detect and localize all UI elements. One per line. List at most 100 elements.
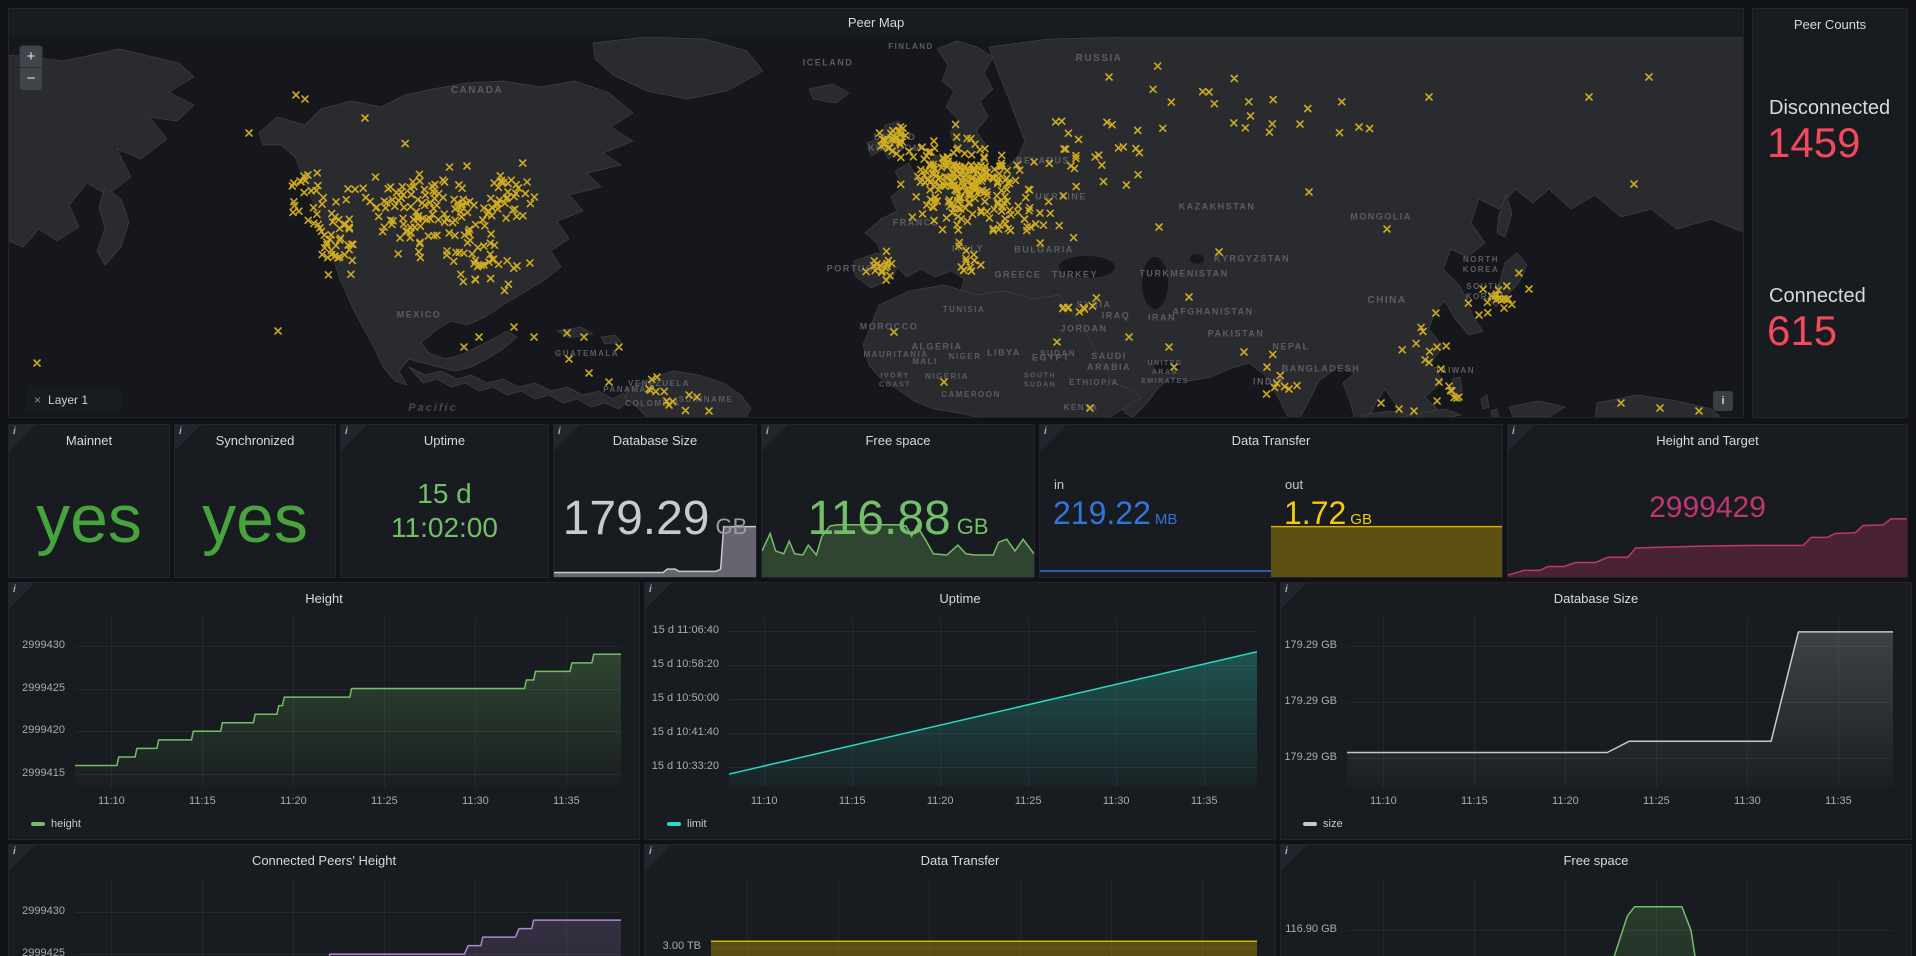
panel-info-icon[interactable]: i bbox=[1040, 425, 1066, 451]
x-axis-label: 11:10 bbox=[740, 795, 788, 807]
stat-value: yes bbox=[9, 469, 169, 569]
zoom-in-button[interactable]: + bbox=[19, 45, 43, 68]
chart-plot-area[interactable] bbox=[729, 617, 1257, 787]
stat-value: 219.22 bbox=[1053, 495, 1151, 531]
legend-item[interactable]: height bbox=[31, 818, 81, 830]
stat-title[interactable]: Database Size bbox=[554, 433, 756, 448]
panel-info-icon[interactable]: i bbox=[341, 425, 367, 451]
y-axis-label: 179.29 GB bbox=[1281, 695, 1337, 707]
connected-value: 615 bbox=[1767, 307, 1837, 355]
legend-item[interactable]: limit bbox=[667, 818, 707, 830]
chart-panel-height: i Height 11:1011:1511:2011:2511:3011:352… bbox=[8, 582, 640, 840]
panel-info-icon[interactable]: i bbox=[645, 583, 671, 609]
stat-panel-height-and-target: i Height and Target 2999429 bbox=[1507, 424, 1908, 578]
connected-label: Connected bbox=[1769, 285, 1866, 308]
y-axis-label: 2999430 bbox=[9, 639, 65, 651]
panel-info-icon[interactable]: i bbox=[554, 425, 580, 451]
y-axis-label: 15 d 10:58:20 bbox=[645, 658, 719, 670]
panel-info-icon[interactable]: i bbox=[1281, 845, 1307, 871]
y-axis-label: 2999430 bbox=[9, 905, 65, 917]
stat-title[interactable]: Height and Target bbox=[1508, 433, 1907, 448]
chart-title[interactable]: Database Size bbox=[1281, 591, 1911, 606]
chart-legend: size bbox=[1303, 813, 1357, 831]
x-axis-label: 11:15 bbox=[1450, 795, 1498, 807]
stat-unit: MB bbox=[1155, 511, 1178, 528]
x-axis-label: 11:20 bbox=[269, 795, 317, 807]
layer-marker-icon: × bbox=[34, 393, 41, 407]
stat-unit: GB bbox=[716, 514, 748, 539]
disconnected-label: Disconnected bbox=[1769, 97, 1890, 120]
panel-info-icon[interactable]: i bbox=[9, 425, 35, 451]
panel-title[interactable]: Peer Counts bbox=[1753, 17, 1907, 32]
peer-map-panel: Peer Map bbox=[8, 8, 1744, 418]
stat-value: yes bbox=[175, 469, 335, 569]
y-axis-label: 2999425 bbox=[9, 682, 65, 694]
chart-panel-uptime: i Uptime 11:1011:1511:2011:2511:3011:351… bbox=[644, 582, 1276, 840]
map-layer-legend[interactable]: × Layer 1 bbox=[26, 386, 122, 413]
panel-info-icon[interactable]: i bbox=[645, 845, 671, 871]
stat-value-group: 1.72GB bbox=[1284, 495, 1372, 532]
stat-value: 179.29 bbox=[563, 492, 710, 545]
x-axis-label: 11:10 bbox=[1359, 795, 1407, 807]
y-axis-label: 2999420 bbox=[9, 724, 65, 736]
stat-value-group: 116.88GB bbox=[762, 491, 1034, 546]
map-attribution-button[interactable]: i bbox=[1713, 391, 1733, 411]
chart-title[interactable]: Free space bbox=[1281, 853, 1911, 868]
panel-header: Peer Map bbox=[9, 9, 1743, 37]
x-axis-label: 11:25 bbox=[1632, 795, 1680, 807]
peer-counts-panel: Peer Counts Disconnected 1459 Connected … bbox=[1752, 8, 1908, 418]
chart-title[interactable]: Uptime bbox=[645, 591, 1275, 606]
y-axis-label: 15 d 10:33:20 bbox=[645, 760, 719, 772]
panel-title[interactable]: Peer Map bbox=[9, 15, 1743, 30]
panel-info-icon[interactable]: i bbox=[1508, 425, 1534, 451]
sub-stat-label: in bbox=[1054, 477, 1064, 492]
chart-panel-connected-peers-height: i Connected Peers' Height 29994252999430 bbox=[8, 844, 640, 956]
chart-title[interactable]: Data Transfer bbox=[645, 853, 1275, 868]
chart-plot-area[interactable] bbox=[75, 617, 621, 787]
stat-title[interactable]: Uptime bbox=[341, 433, 548, 448]
peer-markers-layer bbox=[9, 37, 1744, 418]
legend-item[interactable]: size bbox=[1303, 818, 1343, 830]
x-axis-label: 11:30 bbox=[1092, 795, 1140, 807]
stat-value: 2999429 bbox=[1649, 491, 1766, 524]
x-axis-label: 11:35 bbox=[542, 795, 590, 807]
legend-swatch-icon bbox=[1303, 822, 1317, 826]
stat-panel-mainnet: i Mainnet yes bbox=[8, 424, 170, 578]
stat-title[interactable]: Data Transfer bbox=[1040, 433, 1502, 448]
x-axis-label: 11:25 bbox=[1004, 795, 1052, 807]
stat-unit: GB bbox=[1350, 511, 1372, 528]
zoom-out-button[interactable]: − bbox=[19, 68, 43, 91]
chart-legend: limit bbox=[667, 813, 721, 831]
world-map[interactable]: CANADARUSSIAICELANDFINLANDUNITED KINGDOM… bbox=[9, 37, 1744, 418]
x-axis-label: 11:15 bbox=[178, 795, 226, 807]
y-axis-label: 15 d 11:06:40 bbox=[645, 624, 719, 636]
x-axis-label: 11:30 bbox=[1723, 795, 1771, 807]
y-axis-label: 3.00 TB bbox=[645, 940, 701, 952]
chart-plot-area[interactable] bbox=[1347, 617, 1893, 787]
y-axis-label: 2999415 bbox=[9, 767, 65, 779]
chart-plot-area[interactable] bbox=[1347, 879, 1893, 956]
chart-title[interactable]: Height bbox=[9, 591, 639, 606]
grafana-dashboard: Peer Map bbox=[0, 0, 1916, 956]
stat-panel-free-space: i Free space 116.88GB bbox=[761, 424, 1035, 578]
chart-panel-free-space: i Free space 116.90 GB bbox=[1280, 844, 1912, 956]
y-axis-label: 15 d 10:50:00 bbox=[645, 692, 719, 704]
layer-label: Layer 1 bbox=[48, 393, 88, 407]
x-axis-label: 11:10 bbox=[87, 795, 135, 807]
panel-info-icon[interactable]: i bbox=[9, 583, 35, 609]
chart-plot-area[interactable] bbox=[75, 879, 621, 956]
stat-value-group: 219.22MB bbox=[1053, 495, 1177, 532]
stat-unit: GB bbox=[957, 514, 989, 539]
stat-title[interactable]: Free space bbox=[762, 433, 1034, 448]
panel-info-icon[interactable]: i bbox=[9, 845, 35, 871]
panel-info-icon[interactable]: i bbox=[762, 425, 788, 451]
stat-panel-uptime: i Uptime 15 d 11:02:00 bbox=[340, 424, 549, 578]
chart-title[interactable]: Connected Peers' Height bbox=[9, 853, 639, 868]
panel-info-icon[interactable]: i bbox=[1281, 583, 1307, 609]
chart-plot-area[interactable] bbox=[711, 879, 1257, 956]
chart-panel-data-transfer: i Data Transfer 3.00 TB bbox=[644, 844, 1276, 956]
panel-info-icon[interactable]: i bbox=[175, 425, 201, 451]
y-axis-label: 179.29 GB bbox=[1281, 639, 1337, 651]
y-axis-label: 116.90 GB bbox=[1281, 923, 1337, 935]
stat-panel-database-size: i Database Size 179.29GB bbox=[553, 424, 757, 578]
